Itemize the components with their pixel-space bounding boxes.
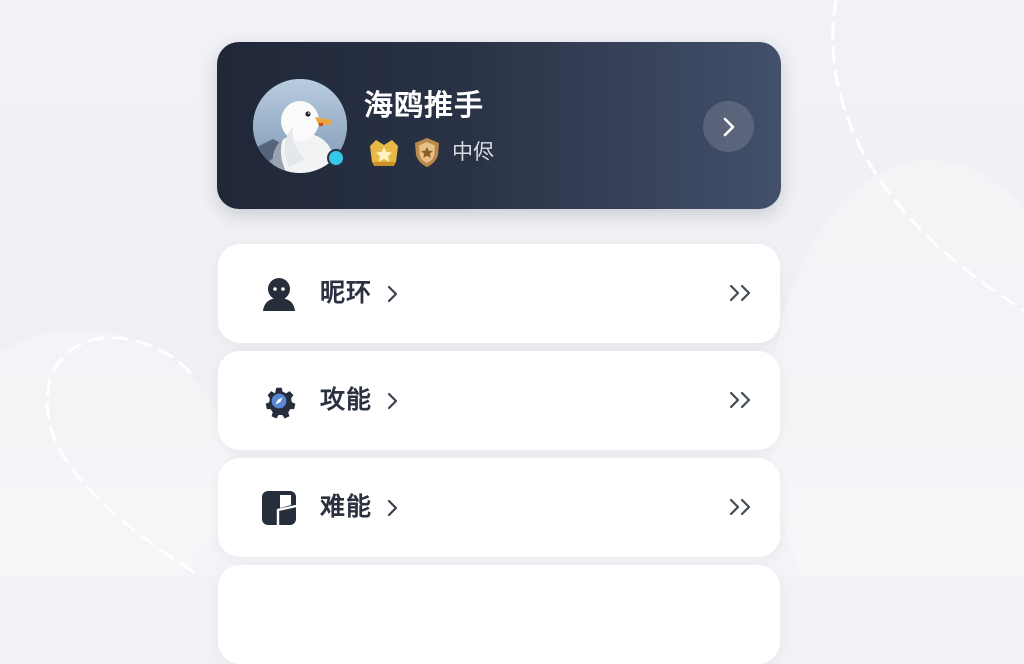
chevron-right-icon	[386, 497, 400, 519]
double-chevron-right-icon[interactable]	[728, 389, 756, 411]
menu-label: 攻能	[320, 385, 373, 414]
menu-item-partial[interactable]	[218, 565, 780, 664]
shield-star-badge-icon	[412, 136, 442, 168]
user-name: 海鸥推手	[364, 88, 485, 122]
menu-label: 难能	[320, 492, 373, 521]
double-chevron-right-icon[interactable]	[728, 496, 756, 518]
badge-row: 中侭	[366, 136, 494, 168]
menu-item-features[interactable]: 攻能	[218, 351, 780, 450]
person-icon	[260, 276, 298, 312]
chevron-right-icon	[386, 390, 400, 412]
chevron-right-icon	[386, 283, 400, 305]
chevron-right-icon	[723, 117, 734, 136]
menu-label: 昵环	[320, 278, 373, 307]
menu-item-nickname[interactable]: 昵环	[218, 244, 780, 343]
gold-crown-badge-icon	[366, 136, 402, 168]
profile-card[interactable]: 海鸥推手 中侭	[217, 42, 781, 209]
menu-item-difficulty[interactable]: 难能	[218, 458, 780, 557]
avatar-container[interactable]	[253, 79, 347, 173]
profile-detail-button[interactable]	[703, 101, 754, 152]
gear-compass-icon	[260, 383, 298, 419]
online-status-dot	[327, 149, 345, 167]
level-text: 中侭	[452, 140, 494, 164]
window-panel-icon	[260, 490, 298, 526]
double-chevron-right-icon[interactable]	[728, 282, 756, 304]
